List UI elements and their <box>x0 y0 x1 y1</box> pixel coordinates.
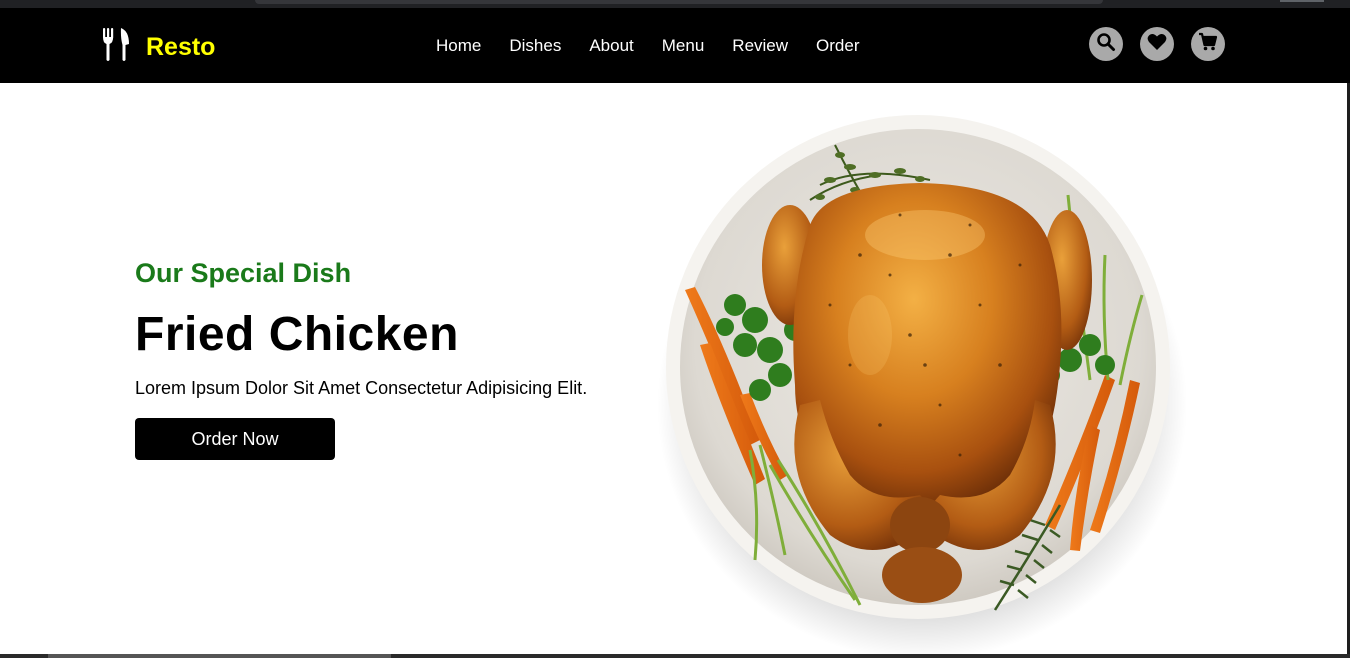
heart-icon <box>1147 33 1167 56</box>
browser-tab[interactable] <box>1280 0 1324 2</box>
hero-description: Lorem Ipsum Dolor Sit Amet Consectetur A… <box>135 378 588 398</box>
nav-menu-link[interactable]: Menu <box>662 36 705 56</box>
cart-icon <box>1198 32 1218 57</box>
cart-button[interactable] <box>1191 27 1225 61</box>
nav-menu: Home Dishes About Menu Review Order <box>436 36 888 56</box>
utensils-icon <box>102 28 132 67</box>
order-now-button[interactable]: Order Now <box>135 418 335 460</box>
address-bar[interactable] <box>255 0 1103 4</box>
hero-title: Fried Chicken <box>135 308 459 361</box>
nav-about[interactable]: About <box>589 36 633 56</box>
search-button[interactable] <box>1089 27 1123 61</box>
dish-image <box>650 105 1190 660</box>
hero-content: Our Special Dish Fried Chicken Lorem Ips… <box>135 258 605 460</box>
navbar: Resto Home Dishes About Menu Review Orde… <box>0 8 1350 83</box>
nav-review[interactable]: Review <box>732 36 788 56</box>
header-icons <box>1089 27 1225 61</box>
nav-home[interactable]: Home <box>436 36 481 56</box>
search-icon <box>1096 32 1116 57</box>
horizontal-scrollbar[interactable] <box>0 654 1350 658</box>
nav-order[interactable]: Order <box>816 36 859 56</box>
nav-dishes[interactable]: Dishes <box>509 36 561 56</box>
scrollbar-thumb[interactable] <box>48 654 391 658</box>
logo[interactable]: Resto <box>102 28 215 67</box>
brand-name: Resto <box>146 33 216 61</box>
browser-top-strip <box>0 0 1350 8</box>
favorites-button[interactable] <box>1140 27 1174 61</box>
hero-subtitle: Our Special Dish <box>135 258 352 288</box>
